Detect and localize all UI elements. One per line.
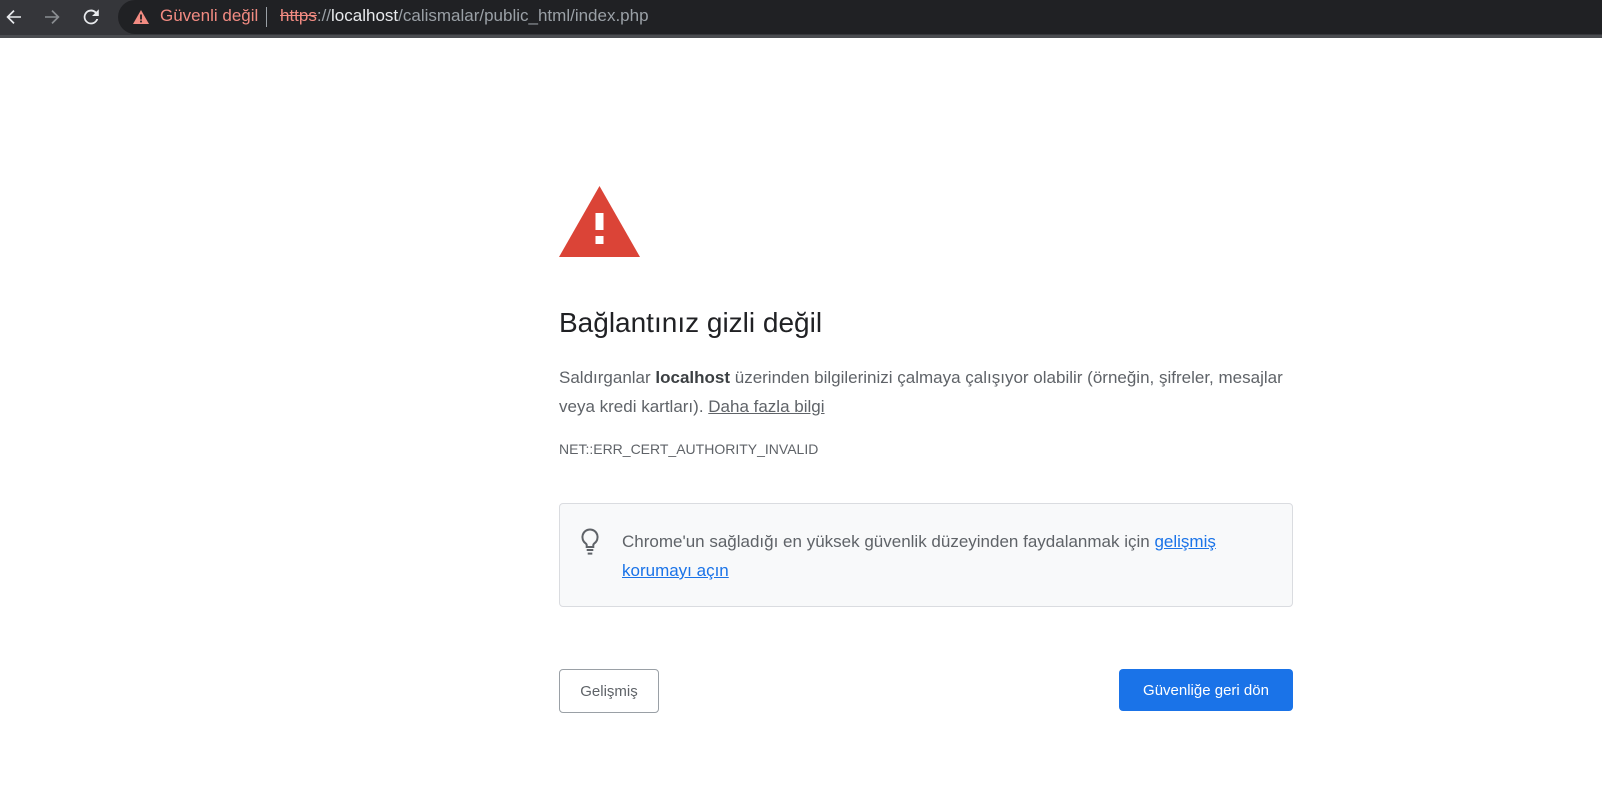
explanation-text: Saldırganlar localhost üzerinden bilgile… (559, 363, 1293, 421)
url-text[interactable]: https://localhost/calismalar/public_html… (280, 6, 649, 26)
back-arrow-icon[interactable] (0, 4, 28, 30)
lightbulb-icon (581, 528, 599, 555)
address-bar[interactable]: Güvenli değil https://localhost/calismal… (118, 0, 1602, 34)
enhanced-protection-promo: Chrome'un sağladığı en yüksek güvenlik d… (559, 503, 1293, 607)
promo-message: Chrome'un sağladığı en yüksek güvenlik d… (622, 532, 1155, 551)
learn-more-link[interactable]: Daha fazla bilgi (708, 397, 824, 416)
advanced-button[interactable]: Gelişmiş (559, 669, 659, 713)
toolbar-divider (0, 35, 1602, 38)
error-code[interactable]: NET::ERR_CERT_AUTHORITY_INVALID (559, 441, 818, 457)
browser-toolbar: Güvenli değil https://localhost/calismal… (0, 0, 1602, 38)
reload-icon[interactable] (77, 4, 105, 30)
security-status[interactable]: Güvenli değil (160, 6, 258, 26)
warning-icon[interactable] (132, 8, 150, 26)
url-separator: :// (316, 6, 332, 25)
url-path: /calismalar/public_html/index.php (398, 6, 649, 25)
page-title: Bağlantınız gizli değil (559, 307, 823, 338)
warning-triangle-icon (559, 186, 640, 257)
explanation-prefix: Saldırganlar (559, 368, 656, 387)
back-to-safety-button[interactable]: Güvenliğe geri dön (1119, 669, 1293, 711)
omnibox-divider (266, 7, 267, 27)
url-scheme: https (280, 6, 317, 25)
url-host: localhost (331, 6, 399, 25)
explanation-host: localhost (655, 368, 731, 387)
forward-arrow-icon[interactable] (38, 4, 66, 30)
promo-text: Chrome'un sağladığı en yüksek güvenlik d… (622, 527, 1272, 585)
